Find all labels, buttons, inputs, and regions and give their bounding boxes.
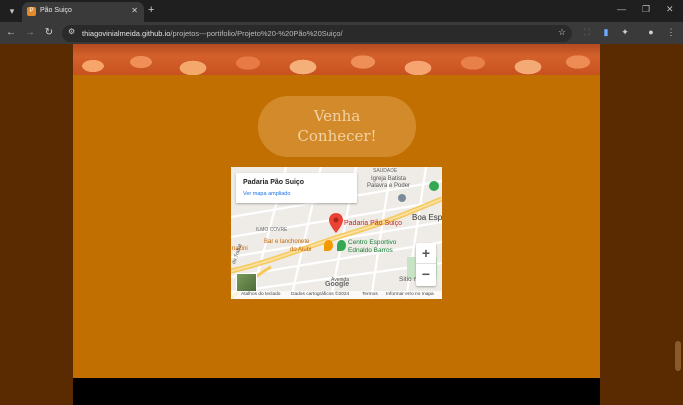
address-bar[interactable]: ⚙ thiagovinialmeida.github.io/projetos--… (62, 25, 572, 42)
url-text: thiagovinialmeida.github.io/projetos---p… (82, 29, 343, 38)
minimize-icon[interactable]: — (617, 4, 626, 14)
tab-close-icon[interactable]: ✕ (131, 6, 138, 15)
zoom-in-button[interactable]: + (416, 243, 436, 264)
tab-search-chevron-icon[interactable]: ▾ (4, 3, 20, 19)
terms-link[interactable]: Termos (362, 292, 378, 297)
visit-line-1: Venha (313, 107, 361, 125)
map-attribution: Atalhos do teclado Dados cartográficos ©… (231, 291, 442, 299)
label-sports-2: Ednaldo Barros (348, 247, 393, 254)
profile-icon[interactable]: ● (645, 26, 657, 38)
browser-tab-bar: ▾ P Pão Suiço ✕ + — ❐ ✕ (0, 0, 683, 22)
label-sports-1: Centro Esportivo (348, 239, 397, 246)
url-path: /projetos---portifolio/Projeto%20-%20Pão… (170, 29, 343, 38)
kebab-menu-icon[interactable]: ⋮ (665, 26, 677, 38)
report-error-link[interactable]: Informar erro no mapa (386, 292, 434, 297)
label-boa-esp: Boa Esp (412, 213, 442, 222)
content-column: Venha Conhecer! Padaria Pão Suiço Ver ma… (73, 44, 600, 405)
browser-toolbar: ← → ↻ ⚙ thiagovinialmeida.github.io/proj… (0, 22, 683, 44)
food-pin-icon[interactable] (324, 240, 333, 253)
place-name: Padaria Pão Suiço (243, 179, 305, 186)
view-larger-map-link[interactable]: Ver mapa ampliado (243, 191, 290, 197)
church-icon (398, 194, 406, 203)
visit-line-2: Conhecer! (297, 127, 377, 145)
embedded-map[interactable]: Padaria Pão Suiço Ver mapa ampliado SAUD… (231, 167, 442, 299)
keyboard-shortcuts-link[interactable]: Atalhos do teclado (241, 292, 280, 297)
park-pin-icon[interactable] (337, 240, 346, 253)
label-church-2: Palavra e Poder (367, 183, 411, 189)
page-scrollbar[interactable] (673, 44, 683, 405)
label-snack-2: do Aiubi (290, 247, 312, 253)
window-close-icon[interactable]: ✕ (666, 4, 674, 15)
pin-label: Padaria Pão Suiço (344, 220, 402, 227)
food-banner-image (73, 44, 600, 75)
footer-section (73, 378, 600, 405)
google-logo: Google (325, 281, 350, 288)
restore-icon[interactable]: ❐ (642, 4, 650, 15)
reload-icon[interactable]: ↻ (42, 26, 56, 40)
map-data-text: Dados cartográficos ©2024 (291, 292, 350, 297)
bookmark-star-icon[interactable]: ☆ (558, 27, 566, 38)
new-tab-button[interactable]: + (148, 3, 154, 17)
satellite-toggle-thumbnail[interactable] (236, 273, 257, 292)
map-place-card: Padaria Pão Suiço Ver mapa ampliado (236, 173, 357, 203)
visit-us-button[interactable]: Venha Conhecer! (258, 96, 416, 157)
extension-doc-icon[interactable]: ▮ (600, 26, 612, 38)
url-host: thiagovinialmeida.github.io (82, 29, 171, 38)
tab-title: Pão Suiço (40, 7, 72, 14)
tab-favicon: P (27, 7, 36, 16)
page-viewport: Venha Conhecer! Padaria Pão Suiço Ver ma… (0, 44, 683, 405)
label-snack-1: Bar e lanchonete (264, 239, 310, 245)
browser-tab[interactable]: P Pão Suiço ✕ (22, 2, 144, 22)
back-arrow-icon[interactable]: ← (4, 26, 18, 40)
label-ilmo-covre: ILMO COVRE (256, 227, 288, 233)
zoom-controls: + − (416, 243, 436, 286)
zoom-out-button[interactable]: − (416, 264, 436, 285)
forward-arrow-icon[interactable]: → (23, 26, 37, 40)
label-saudade: SAUDADE (373, 168, 398, 174)
site-info-icon[interactable]: ⚙ (68, 27, 75, 36)
screen-capture-icon[interactable]: ⛶ (581, 26, 593, 38)
scrollbar-thumb[interactable] (675, 341, 681, 371)
extensions-puzzle-icon[interactable]: ✦ (619, 26, 631, 38)
label-church-1: Igreja Batista (371, 176, 407, 182)
